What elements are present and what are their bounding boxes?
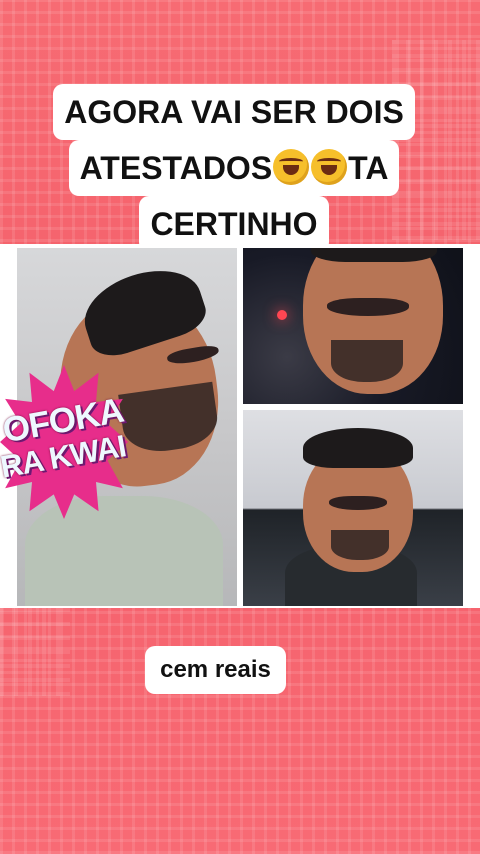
bottom-right-video-panel xyxy=(243,410,463,606)
hair-graphic xyxy=(311,248,437,262)
beard-graphic xyxy=(331,530,389,560)
top-right-video-panel xyxy=(243,248,463,404)
top-caption-line-2-text: ATESTADOS xyxy=(79,150,273,186)
laughing-emoji-icon xyxy=(311,149,348,185)
street-light-glow xyxy=(277,310,287,320)
hair-graphic xyxy=(303,428,413,468)
bottom-caption: cem reais xyxy=(145,646,286,694)
mustache-graphic xyxy=(327,298,409,316)
fofoca-sticker: OFOKA RA KWAI xyxy=(0,365,128,519)
mustache-graphic xyxy=(329,496,387,510)
plaid-pattern-bottom xyxy=(0,606,70,696)
top-caption-line-2: ATESTADOS TA xyxy=(68,140,400,196)
top-caption-line-2-suffix: TA xyxy=(348,150,389,186)
top-caption: AGORA VAI SER DOIS ATESTADOS TA CERTINHO xyxy=(43,84,425,252)
top-caption-line-1: AGORA VAI SER DOIS xyxy=(53,84,415,140)
beard-graphic xyxy=(331,340,403,382)
laughing-emoji-icon xyxy=(273,149,310,185)
